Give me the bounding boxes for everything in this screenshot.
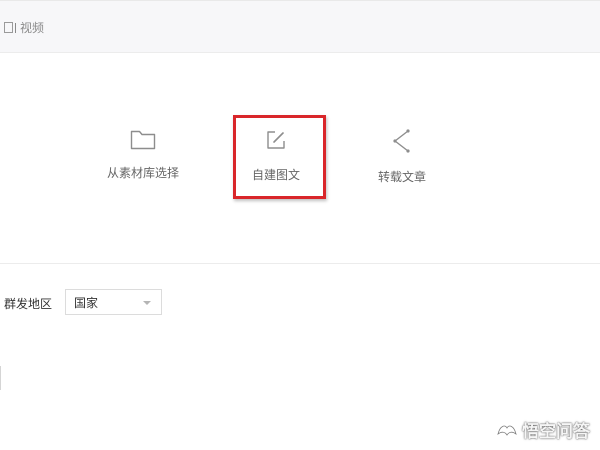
tab-bar: 视频 — [0, 0, 600, 53]
tab-video[interactable]: 视频 — [4, 19, 44, 36]
watermark-text: 悟空问答 — [522, 422, 590, 442]
region-select-value: 国家 — [74, 295, 99, 310]
folder-icon — [130, 130, 156, 150]
wukong-logo-icon — [497, 425, 517, 436]
repost-article-option[interactable]: 转载文章 — [362, 128, 442, 185]
region-select[interactable]: 国家 — [65, 289, 162, 315]
cursor-bar — [15, 22, 16, 33]
region-label: 群发地区 — [4, 297, 53, 311]
highlight-annotation-box — [233, 115, 326, 199]
share-icon — [393, 129, 410, 153]
checkbox-icon — [4, 22, 13, 33]
repost-article-label: 转载文章 — [377, 170, 426, 184]
scroll-edge-mark — [0, 366, 1, 390]
caret-down-icon — [143, 301, 151, 305]
section-divider — [0, 263, 600, 264]
select-from-library-option[interactable]: 从素材库选择 — [103, 128, 183, 181]
watermark: 悟空问答 — [496, 417, 590, 442]
tab-video-label: 视频 — [20, 21, 45, 35]
select-from-library-label: 从素材库选择 — [106, 166, 179, 180]
